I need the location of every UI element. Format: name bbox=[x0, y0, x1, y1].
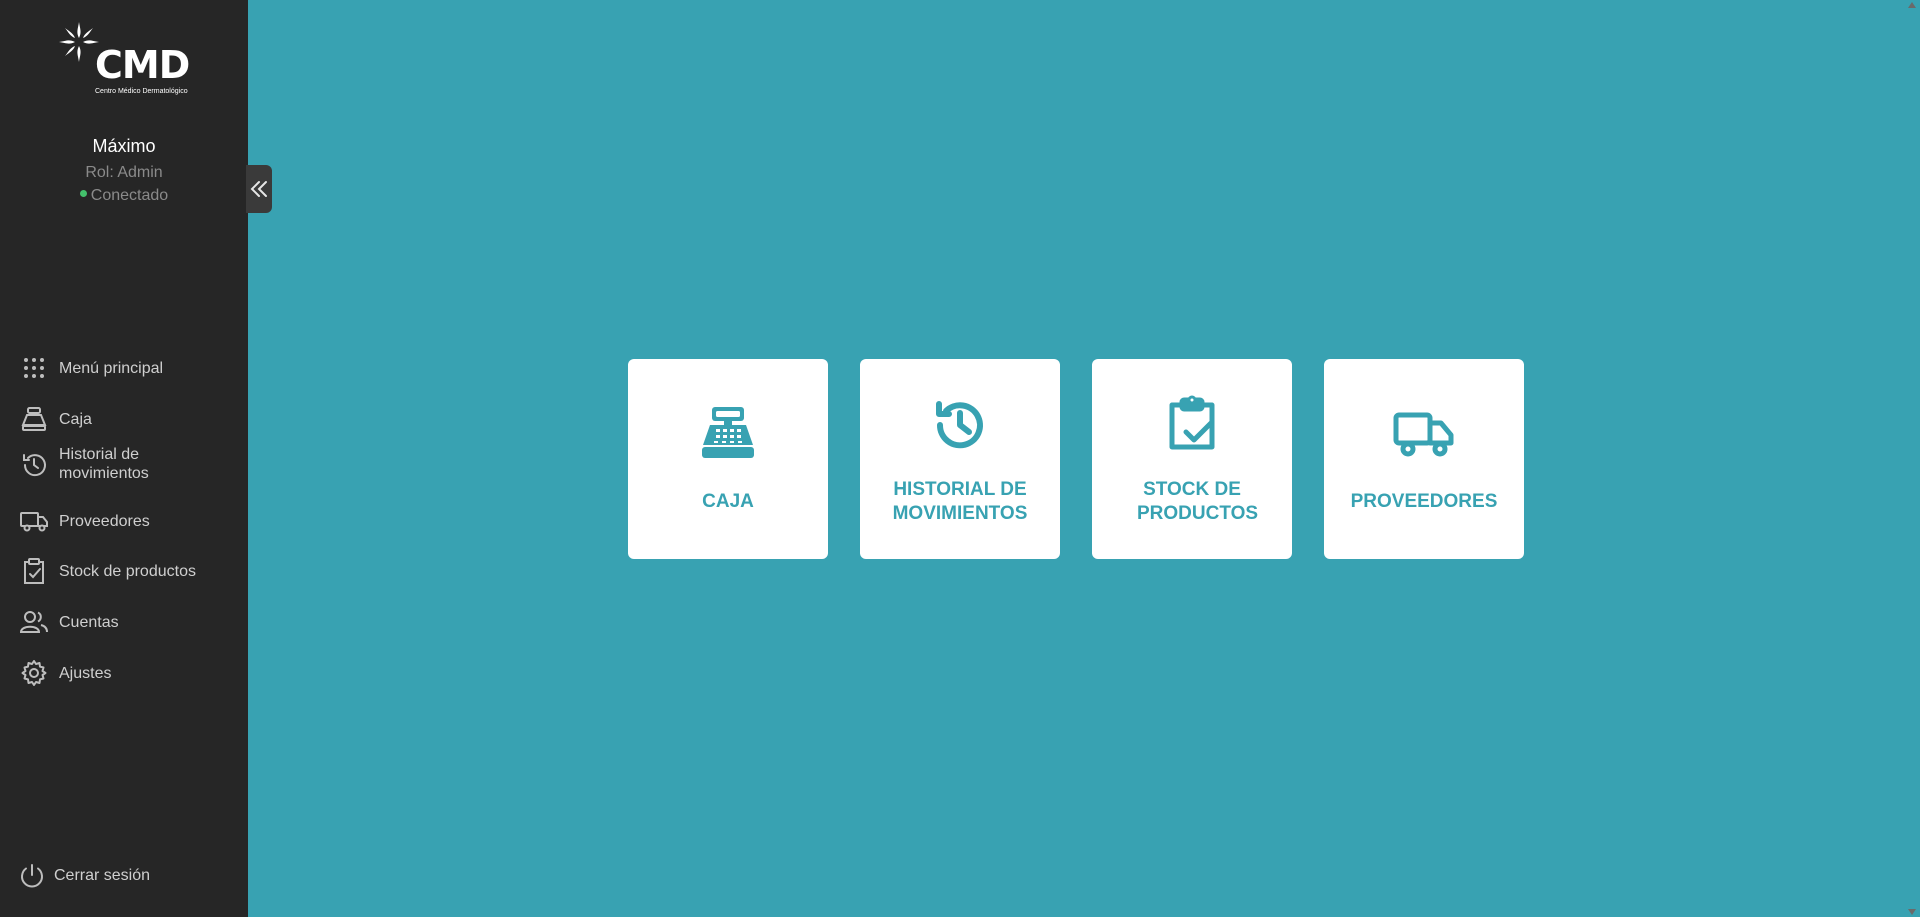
card-label: CAJA bbox=[702, 491, 754, 512]
sidebar-item-stock[interactable]: Stock de productos bbox=[0, 555, 248, 587]
users-icon bbox=[18, 606, 50, 638]
history-icon bbox=[860, 397, 1060, 453]
card-caja[interactable]: CAJA bbox=[628, 359, 828, 559]
status-online-dot bbox=[79, 190, 87, 198]
sidebar: CMD Centro Médico Dermatológico Máximo R… bbox=[0, 0, 248, 917]
card-historial[interactable]: HISTORIAL DE MOVIMIENTOS bbox=[860, 359, 1060, 559]
sidebar-item-menu-principal[interactable]: Menú principal bbox=[0, 352, 248, 384]
sidebar-item-proveedores[interactable]: Proveedores bbox=[0, 505, 248, 537]
user-name: Máximo bbox=[92, 136, 156, 156]
truck-icon bbox=[18, 505, 50, 537]
sidebar-item-cuentas[interactable]: Cuentas bbox=[0, 606, 248, 638]
card-stock[interactable]: STOCK DE PRODUCTOS bbox=[1092, 359, 1292, 559]
sidebar-item-label: Caja bbox=[59, 410, 92, 428]
power-icon bbox=[21, 864, 43, 888]
clipboard-check-icon bbox=[1092, 395, 1292, 451]
logout-label: Cerrar sesión bbox=[54, 867, 151, 884]
sidebar-item-label: Proveedores bbox=[59, 512, 150, 530]
cash-register-icon bbox=[628, 405, 828, 461]
card-proveedores[interactable]: PROVEEDORES bbox=[1324, 359, 1524, 559]
user-status: Conectado bbox=[0, 187, 248, 205]
sidebar-item-historial[interactable]: Historial de movimientos bbox=[0, 445, 248, 485]
scroll-up-arrow[interactable] bbox=[1908, 2, 1916, 8]
card-label: STOCK DE PRODUCTOS bbox=[1137, 479, 1259, 524]
sidebar-item-caja[interactable]: Caja bbox=[0, 403, 248, 435]
double-chevron-left-icon bbox=[250, 181, 267, 197]
user-status-text: Conectado bbox=[90, 187, 169, 204]
sidebar-item-label: Historial de movimientos bbox=[59, 446, 149, 482]
user-role: Rol: Admin bbox=[85, 164, 163, 181]
sidebar-item-label: Ajustes bbox=[59, 664, 112, 682]
brand-name: CMD bbox=[95, 43, 190, 87]
clipboard-check-icon bbox=[18, 555, 50, 587]
card-label: PROVEEDORES bbox=[1350, 491, 1498, 512]
gear-icon bbox=[18, 657, 50, 689]
logout-button[interactable]: Cerrar sesión bbox=[18, 862, 150, 890]
cash-register-icon bbox=[18, 403, 50, 435]
card-label: HISTORIAL DE MOVIMIENTOS bbox=[892, 479, 1028, 524]
truck-icon bbox=[1324, 409, 1524, 459]
sidebar-collapse-button[interactable] bbox=[246, 165, 272, 213]
logo: CMD Centro Médico Dermatológico bbox=[57, 20, 191, 100]
sidebar-item-label: Cuentas bbox=[59, 613, 119, 631]
sidebar-item-label: Menú principal bbox=[59, 359, 164, 377]
sidebar-item-label: Stock de productos bbox=[59, 562, 196, 580]
sidebar-item-ajustes[interactable]: Ajustes bbox=[0, 657, 248, 689]
scroll-down-arrow[interactable] bbox=[1908, 909, 1916, 915]
history-icon bbox=[18, 449, 50, 481]
grid-dots-icon bbox=[18, 352, 50, 384]
brand-subtitle: Centro Médico Dermatológico bbox=[95, 88, 188, 95]
